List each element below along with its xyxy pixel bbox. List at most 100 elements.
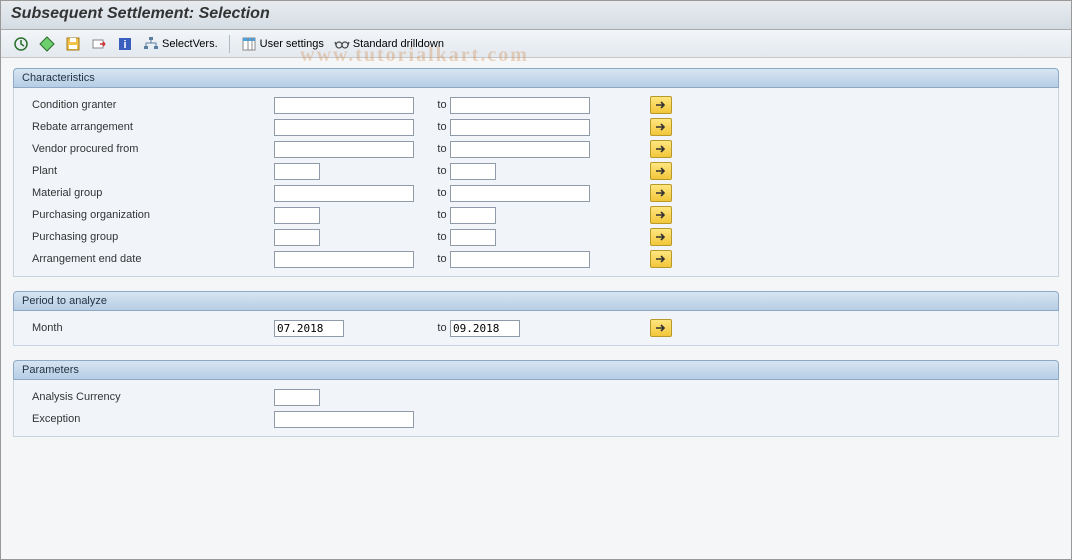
to-label: to <box>434 231 450 243</box>
label-material-group: Material group <box>28 187 274 199</box>
multiple-selection-button[interactable] <box>650 96 672 114</box>
label-rebate-arrangement: Rebate arrangement <box>28 121 274 133</box>
row-exception: Exception <box>14 408 1058 430</box>
label-plant: Plant <box>28 165 274 177</box>
group-body-parameters: Analysis Currency Exception <box>13 380 1059 437</box>
multiple-selection-button[interactable] <box>650 162 672 180</box>
standard-drilldown-label: Standard drilldown <box>353 38 444 50</box>
row-condition-granter: Condition granter to <box>14 94 1058 116</box>
row-rebate-arrangement: Rebate arrangement to <box>14 116 1058 138</box>
label-purchasing-group: Purchasing group <box>28 231 274 243</box>
hierarchy-icon <box>143 36 159 52</box>
diamond-icon <box>39 36 55 52</box>
multiple-selection-button[interactable] <box>650 184 672 202</box>
arrow-right-icon <box>655 210 667 220</box>
to-label: to <box>434 121 450 133</box>
select-vers-label: SelectVers. <box>162 38 218 50</box>
arrow-right-icon <box>655 188 667 198</box>
input-condition-granter-from[interactable] <box>274 97 414 114</box>
input-arrangement-end-date-from[interactable] <box>274 251 414 268</box>
info-button[interactable]: i <box>113 34 137 54</box>
group-header-period: Period to analyze <box>13 291 1059 311</box>
input-rebate-arrangement-from[interactable] <box>274 119 414 136</box>
page-title: Subsequent Settlement: Selection <box>1 1 1071 30</box>
arrow-right-icon <box>655 166 667 176</box>
toolbar: i SelectVers. User settings Standard dri… <box>1 30 1071 58</box>
arrow-right-icon <box>655 100 667 110</box>
label-purchasing-org: Purchasing organization <box>28 209 274 221</box>
arrow-right-icon <box>655 122 667 132</box>
input-plant-from[interactable] <box>274 163 320 180</box>
input-exception[interactable] <box>274 411 414 428</box>
input-purchasing-group-to[interactable] <box>450 229 496 246</box>
user-settings-button[interactable]: User settings <box>237 34 328 54</box>
row-purchasing-group: Purchasing group to <box>14 226 1058 248</box>
execute-button[interactable] <box>9 34 33 54</box>
folder-arrow-icon <box>91 36 107 52</box>
info-icon: i <box>117 36 133 52</box>
label-arrangement-end-date: Arrangement end date <box>28 253 274 265</box>
content-area: Characteristics Condition granter to Reb… <box>1 58 1071 461</box>
label-condition-granter: Condition granter <box>28 99 274 111</box>
multiple-selection-button[interactable] <box>650 250 672 268</box>
group-body-period: Month to <box>13 311 1059 346</box>
input-vendor-procured-from-from[interactable] <box>274 141 414 158</box>
input-material-group-from[interactable] <box>274 185 414 202</box>
label-exception: Exception <box>28 413 274 425</box>
glasses-icon <box>334 36 350 52</box>
row-month: Month to <box>14 317 1058 339</box>
svg-text:i: i <box>123 39 126 51</box>
row-arrangement-end-date: Arrangement end date to <box>14 248 1058 270</box>
multiple-selection-button[interactable] <box>650 228 672 246</box>
clock-run-icon <box>13 36 29 52</box>
input-month-from[interactable] <box>274 320 344 337</box>
group-header-parameters: Parameters <box>13 360 1059 380</box>
group-header-characteristics: Characteristics <box>13 68 1059 88</box>
row-plant: Plant to <box>14 160 1058 182</box>
input-analysis-currency[interactable] <box>274 389 320 406</box>
goto-button[interactable] <box>87 34 111 54</box>
multiple-selection-button[interactable] <box>650 118 672 136</box>
arrow-right-icon <box>655 254 667 264</box>
row-purchasing-org: Purchasing organization to <box>14 204 1058 226</box>
input-plant-to[interactable] <box>450 163 496 180</box>
input-purchasing-group-from[interactable] <box>274 229 320 246</box>
input-material-group-to[interactable] <box>450 185 590 202</box>
user-settings-label: User settings <box>260 38 324 50</box>
label-analysis-currency: Analysis Currency <box>28 391 274 403</box>
variant-button[interactable] <box>35 34 59 54</box>
group-period: Period to analyze Month to <box>13 291 1059 346</box>
arrow-right-icon <box>655 323 667 333</box>
arrow-right-icon <box>655 144 667 154</box>
to-label: to <box>434 253 450 265</box>
save-button[interactable] <box>61 34 85 54</box>
standard-drilldown-button[interactable]: Standard drilldown <box>330 34 448 54</box>
multiple-selection-button[interactable] <box>650 206 672 224</box>
to-label: to <box>434 99 450 111</box>
table-settings-icon <box>241 36 257 52</box>
input-rebate-arrangement-to[interactable] <box>450 119 590 136</box>
group-body-characteristics: Condition granter to Rebate arrangement … <box>13 88 1059 277</box>
row-analysis-currency: Analysis Currency <box>14 386 1058 408</box>
input-vendor-procured-from-to[interactable] <box>450 141 590 158</box>
row-material-group: Material group to <box>14 182 1058 204</box>
label-vendor-procured-from: Vendor procured from <box>28 143 274 155</box>
to-label: to <box>434 165 450 177</box>
group-parameters: Parameters Analysis Currency Exception <box>13 360 1059 437</box>
input-purchasing-org-to[interactable] <box>450 207 496 224</box>
input-purchasing-org-from[interactable] <box>274 207 320 224</box>
arrow-right-icon <box>655 232 667 242</box>
to-label: to <box>434 143 450 155</box>
toolbar-separator <box>229 35 230 53</box>
select-vers-button[interactable]: SelectVers. <box>139 34 222 54</box>
input-arrangement-end-date-to[interactable] <box>450 251 590 268</box>
to-label: to <box>434 209 450 221</box>
row-vendor-procured-from: Vendor procured from to <box>14 138 1058 160</box>
multiple-selection-button[interactable] <box>650 140 672 158</box>
input-condition-granter-to[interactable] <box>450 97 590 114</box>
to-label: to <box>434 187 450 199</box>
label-month: Month <box>28 322 274 334</box>
multiple-selection-button[interactable] <box>650 319 672 337</box>
group-characteristics: Characteristics Condition granter to Reb… <box>13 68 1059 277</box>
input-month-to[interactable] <box>450 320 520 337</box>
